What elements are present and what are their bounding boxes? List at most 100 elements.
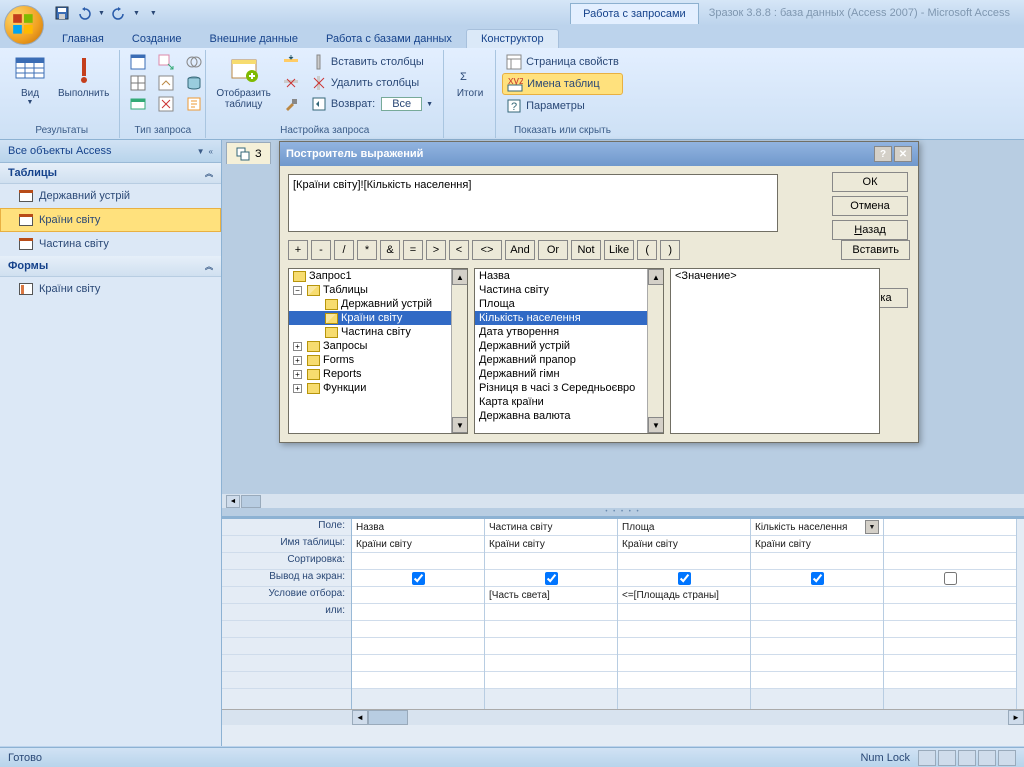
dialog-help-button[interactable]: ? [874,146,892,162]
grid-cell[interactable] [884,570,1016,587]
scroll-down-icon[interactable]: ▼ [452,417,468,433]
crosstab-query-icon[interactable] [126,73,150,93]
list-item[interactable]: <Значение> [671,269,879,283]
op-button[interactable]: And [505,240,535,260]
grid-cell[interactable] [884,587,1016,604]
nav-section-tables[interactable]: Таблицы︽ [0,163,221,184]
grid-cell[interactable] [751,587,883,604]
grid-cell[interactable] [352,655,484,672]
list-item[interactable]: Державний прапор [475,353,663,367]
grid-cell[interactable] [751,672,883,689]
op-button[interactable]: < [449,240,469,260]
scroll-left-icon[interactable]: ◄ [226,495,240,508]
nav-item-table-0[interactable]: Державний устрій [0,184,221,208]
return-value[interactable]: Все [381,97,422,111]
grid-cell[interactable] [884,553,1016,570]
office-button[interactable] [4,5,44,45]
plus-icon[interactable]: + [293,342,302,351]
list-item[interactable]: Карта країни [475,395,663,409]
insert-rows-button[interactable] [279,52,303,72]
list-item[interactable]: Державний устрій [475,339,663,353]
plus-icon[interactable]: + [293,384,302,393]
view-button[interactable]: Вид ▼ [10,52,50,136]
list-item[interactable]: Частина світу [475,283,663,297]
grid-cell[interactable]: Країни світу [618,536,750,553]
op-button[interactable]: Or [538,240,568,260]
grid-cell[interactable] [751,621,883,638]
view-sql-button[interactable] [978,750,996,766]
grid-cell[interactable] [485,570,617,587]
grid-cell[interactable] [884,621,1016,638]
parameters-button[interactable]: ?Параметры [502,96,623,116]
nav-item-table-1[interactable]: Країни світу [0,208,221,232]
op-button[interactable]: ) [660,240,680,260]
grid-cell[interactable] [485,553,617,570]
grid-cell[interactable] [618,604,750,621]
list-item[interactable]: Кількість населення [475,311,663,325]
nav-collapse-icon[interactable]: « [209,147,213,156]
view-pivottable-button[interactable] [938,750,956,766]
op-button[interactable]: * [357,240,377,260]
dropdown-icon[interactable]: ▼ [865,520,879,534]
grid-cell[interactable] [618,621,750,638]
grid-cell[interactable] [352,638,484,655]
grid-cell[interactable] [352,672,484,689]
grid-cell[interactable] [485,604,617,621]
show-checkbox[interactable] [811,572,824,585]
tab-design[interactable]: Конструктор [466,29,559,48]
nav-section-forms[interactable]: Формы︽ [0,256,221,277]
scroll-thumb[interactable] [241,495,261,508]
undo-dropdown-icon[interactable]: ▼ [98,10,105,17]
grid-cell[interactable] [618,672,750,689]
grid-cell[interactable] [884,519,1016,536]
pane-separator[interactable] [222,508,1024,516]
grid-cell[interactable]: Країни світу [485,536,617,553]
list-item[interactable]: Державна валюта [475,409,663,423]
view-pivotchart-button[interactable] [958,750,976,766]
make-table-icon[interactable] [126,94,150,114]
grid-cell[interactable] [352,570,484,587]
update-query-icon[interactable] [154,73,178,93]
grid-cell[interactable] [751,638,883,655]
dialog-titlebar[interactable]: Построитель выражений ? ✕ [280,142,918,166]
grid-cell[interactable]: Назва [352,519,484,536]
grid-cell[interactable]: Площа [618,519,750,536]
grid-cell[interactable] [884,655,1016,672]
delete-columns-button[interactable]: Удалить столбцы [307,73,437,93]
list-item[interactable]: Площа [475,297,663,311]
show-table-button[interactable]: Отобразить таблицу [212,52,275,136]
scroll-left-icon[interactable]: ◄ [352,710,368,725]
show-checkbox[interactable] [412,572,425,585]
run-button[interactable]: Выполнить [54,52,113,136]
op-button[interactable]: & [380,240,400,260]
scroll-up-icon[interactable]: ▲ [452,269,468,285]
plus-icon[interactable]: + [293,356,302,365]
grid-cell[interactable] [352,604,484,621]
nav-header[interactable]: Все объекты Access ▼« [0,140,221,163]
op-button[interactable]: = [403,240,423,260]
nav-item-form-0[interactable]: Країни світу [0,277,221,301]
show-checkbox[interactable] [944,572,957,585]
grid-cell[interactable] [751,655,883,672]
grid-cell[interactable] [352,553,484,570]
grid-cell[interactable] [485,672,617,689]
back-button[interactable]: Назад [832,220,908,240]
op-button[interactable]: - [311,240,331,260]
passthrough-query-icon[interactable] [182,73,206,93]
op-button[interactable]: / [334,240,354,260]
view-design-button[interactable] [998,750,1016,766]
grid-cell[interactable] [884,672,1016,689]
grid-cell[interactable] [751,553,883,570]
grid-cell[interactable] [884,638,1016,655]
op-button[interactable]: Not [571,240,601,260]
grid-cell[interactable] [352,587,484,604]
tab-home[interactable]: Главная [48,30,118,48]
tab-db-tools[interactable]: Работа с базами данных [312,30,466,48]
dialog-close-button[interactable]: ✕ [894,146,912,162]
view-datasheet-button[interactable] [918,750,936,766]
grid-cell[interactable] [884,604,1016,621]
grid-cell[interactable]: Кількість населення▼ [751,519,883,536]
scroll-thumb[interactable] [368,710,408,725]
grid-cell[interactable] [618,553,750,570]
list-item[interactable]: Дата утворення [475,325,663,339]
